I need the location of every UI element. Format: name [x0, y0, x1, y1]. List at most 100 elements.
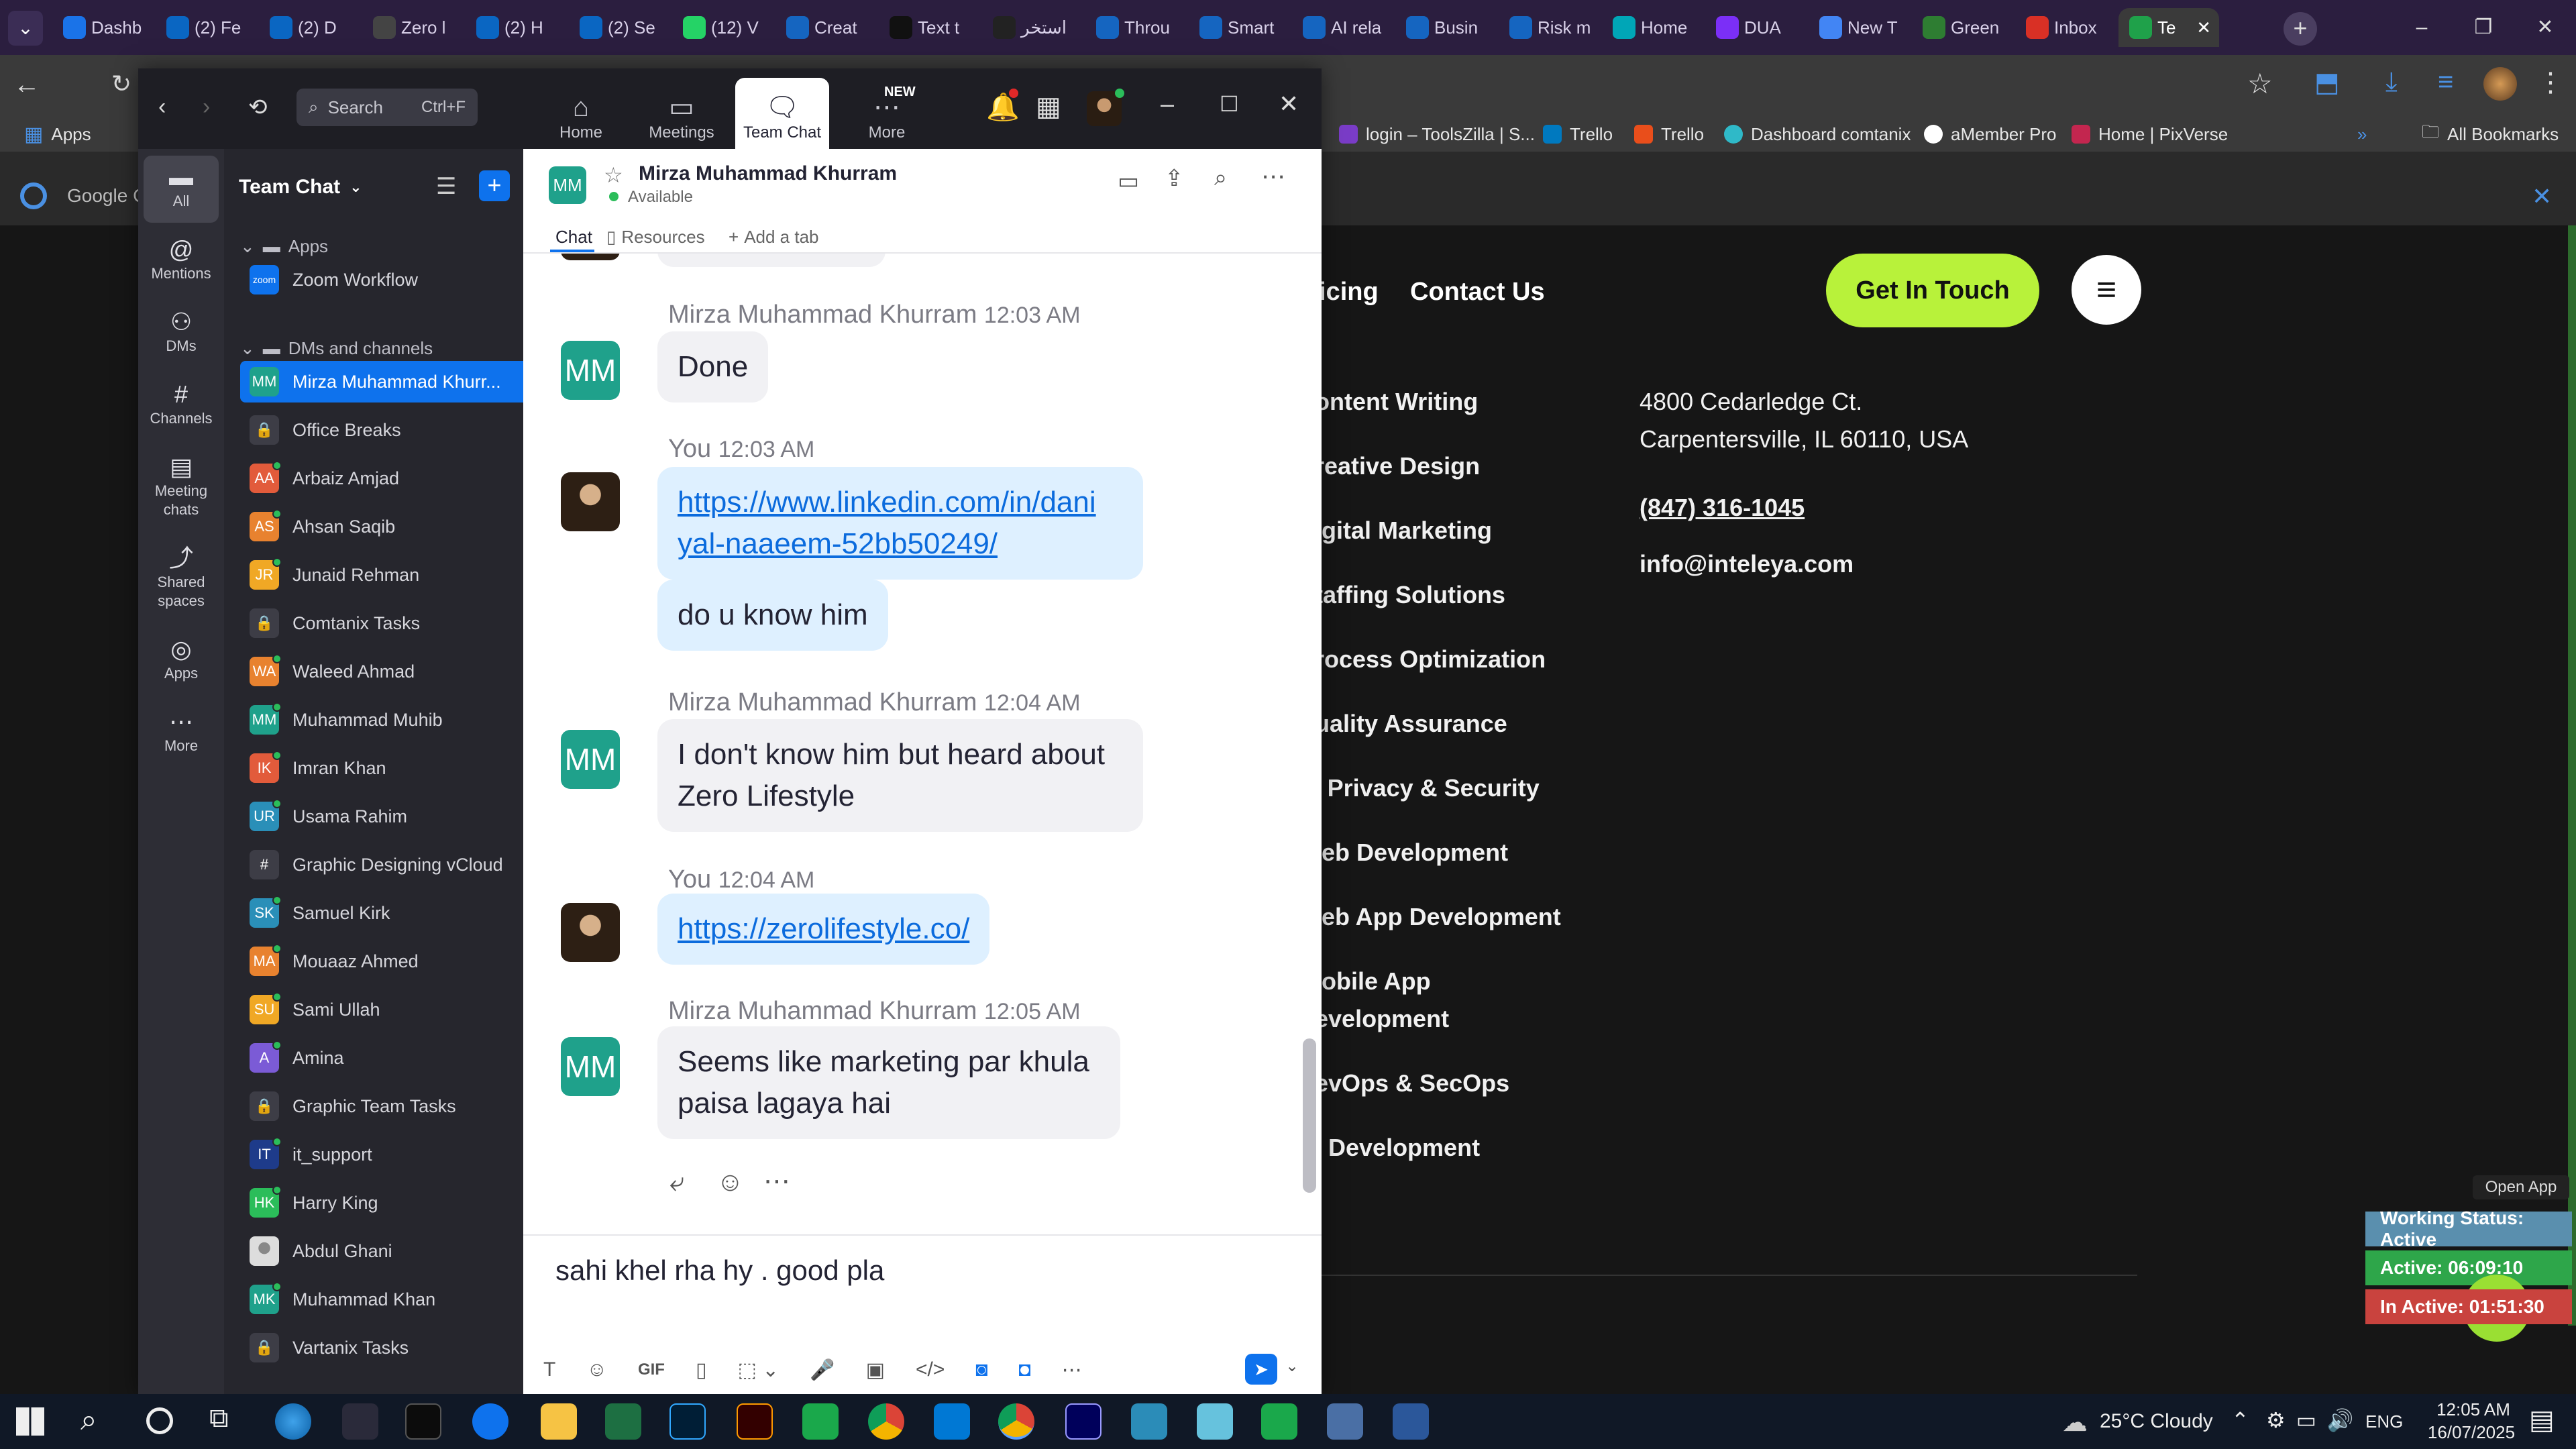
email-link[interactable]: info@inteleya.com: [1640, 550, 1854, 578]
open-app-button[interactable]: Open App: [2473, 1175, 2569, 1199]
chat-list-title[interactable]: Team Chat ⌄: [239, 176, 362, 199]
whiteboard-icon[interactable]: ◘: [1019, 1358, 1031, 1381]
format-text-icon[interactable]: T: [543, 1358, 555, 1381]
bookmark-item[interactable]: login – ToolsZilla | S...: [1339, 121, 1535, 148]
service-link[interactable]: rocess Optimization: [1315, 645, 1546, 674]
bookmark-item[interactable]: Dashboard comtanix: [1724, 121, 1911, 148]
language-indicator[interactable]: ENG: [2365, 1411, 2403, 1432]
rail-dms[interactable]: ⚇ DMs: [138, 307, 224, 356]
bookmark-star-icon[interactable]: ☆: [2247, 67, 2273, 100]
rail-mentions[interactable]: @ Mentions: [138, 235, 224, 283]
app-green-icon[interactable]: [802, 1403, 839, 1440]
vscode-icon[interactable]: [934, 1403, 970, 1440]
message-link[interactable]: https://www.linkedin.com/in/dani: [678, 482, 1123, 523]
system-tray-icons[interactable]: ⚙▭🔊: [2266, 1407, 2365, 1433]
get-in-touch-button[interactable]: Get In Touch: [1826, 254, 2039, 327]
browser-tab[interactable]: Inbox: [2015, 8, 2116, 47]
reload-icon[interactable]: ↻: [111, 70, 131, 98]
rail-apps[interactable]: ◎ Apps: [138, 635, 224, 683]
browser-tab[interactable]: (12) V: [672, 8, 773, 47]
bookmark-apps[interactable]: ▦ Apps: [24, 121, 91, 148]
service-link[interactable]: /eb App Development: [1315, 903, 1561, 931]
chat-header-avatar[interactable]: MM: [549, 166, 586, 204]
browser-tab[interactable]: Creat: [775, 8, 876, 47]
zoom-forward-icon[interactable]: ›: [203, 94, 210, 120]
new-tab-button[interactable]: +: [2284, 12, 2317, 46]
rail-meeting-chats[interactable]: ▤ Meeting chats: [138, 452, 224, 519]
rail-more[interactable]: ⋯ More: [138, 707, 224, 755]
service-link[interactable]: evelopment: [1315, 1005, 1449, 1033]
message-link[interactable]: yal-naaeem-52bb50249/: [678, 523, 1123, 565]
word-icon[interactable]: [1393, 1403, 1429, 1440]
favorite-star-icon[interactable]: ☆: [604, 162, 623, 188]
service-link[interactable]: reative Design: [1315, 452, 1480, 480]
history-icon[interactable]: ⟲: [248, 94, 268, 121]
bookmarks-overflow-icon[interactable]: »: [2357, 121, 2367, 148]
message-bubble[interactable]: Done: [657, 331, 769, 402]
service-link[interactable]: ontent Writing: [1315, 388, 1478, 416]
chat-search-icon[interactable]: ⌕: [1214, 165, 1227, 191]
illustrator-icon[interactable]: [737, 1403, 773, 1440]
emoji-icon[interactable]: ☺: [586, 1358, 607, 1381]
browser-tab[interactable]: (2) Fe: [156, 8, 256, 47]
premiere-icon[interactable]: [1065, 1403, 1102, 1440]
phone-link[interactable]: (847) 316-1045: [1640, 494, 1805, 522]
rail-all[interactable]: ▬ All: [138, 162, 224, 211]
rail-channels[interactable]: # Channels: [138, 380, 224, 428]
photoshop-icon[interactable]: [669, 1403, 706, 1440]
browser-tab[interactable]: (2) Se: [569, 8, 669, 47]
zoom-minimize-button[interactable]: –: [1161, 90, 1174, 118]
message-avatar[interactable]: MM: [561, 730, 620, 789]
browser-tab[interactable]: استخر: [982, 8, 1083, 47]
task-view-icon[interactable]: ⧉: [209, 1403, 229, 1434]
chat-contact-name[interactable]: Mirza Muhammad Khurram: [639, 162, 897, 185]
terminal-icon[interactable]: [405, 1403, 441, 1440]
microphone-icon[interactable]: 🎤: [810, 1358, 835, 1382]
dms-section-header[interactable]: ⌄ ▬ DMs and channels: [240, 338, 433, 359]
profile-avatar[interactable]: [2483, 67, 2517, 101]
service-link[interactable]: ' Privacy & Security: [1315, 774, 1540, 802]
app-diamond-icon[interactable]: [1131, 1403, 1167, 1440]
browser-tab[interactable]: Dashb: [52, 8, 153, 47]
windows-start-icon[interactable]: [16, 1407, 44, 1436]
notification-center-icon[interactable]: ▤: [2529, 1405, 2555, 1436]
send-button[interactable]: ➤: [1245, 1354, 1277, 1385]
chrome-active-icon[interactable]: [998, 1403, 1034, 1440]
gif-icon[interactable]: GIF: [638, 1360, 665, 1379]
video-call-icon[interactable]: ▭: [1118, 168, 1139, 195]
service-link[interactable]: I Development: [1315, 1134, 1480, 1162]
message-avatar[interactable]: MM: [561, 341, 620, 400]
browser-tab[interactable]: Risk m: [1499, 8, 1599, 47]
close-browser-button[interactable]: ✕: [2525, 9, 2565, 46]
app-icon[interactable]: ◙: [975, 1358, 987, 1381]
weather-text[interactable]: 25°C Cloudy: [2100, 1410, 2213, 1433]
all-bookmarks[interactable]: 🗀 All Bookmarks: [2422, 121, 2559, 148]
bookmark-item[interactable]: Home | PixVerse: [2072, 121, 2228, 148]
calculator-icon[interactable]: [1327, 1403, 1363, 1440]
reply-icon[interactable]: ⤶: [669, 1167, 684, 1197]
infobar-close-icon[interactable]: ✕: [2532, 182, 2552, 211]
tab-add[interactable]: + Add a tab: [729, 227, 819, 248]
browser-tab[interactable]: Green: [1912, 8, 2012, 47]
browser-tab[interactable]: DUA: [1705, 8, 1806, 47]
cortana-icon[interactable]: [146, 1407, 173, 1434]
composer-more-icon[interactable]: ⋯: [1062, 1358, 1082, 1382]
my-avatar[interactable]: [561, 903, 620, 962]
new-chat-button[interactable]: +: [479, 170, 510, 201]
tab-close-icon[interactable]: ✕: [2196, 17, 2211, 38]
service-link[interactable]: igital Marketing: [1315, 517, 1492, 545]
page-scrollbar[interactable]: [2568, 225, 2576, 1326]
website-contact-link[interactable]: Contact Us: [1410, 278, 1545, 307]
zoom-search-input[interactable]: ⌕ Search Ctrl+F: [297, 89, 478, 126]
apps-section-header[interactable]: ⌄ ▬ Apps: [240, 236, 328, 257]
minimize-browser-button[interactable]: –: [2402, 9, 2442, 46]
message-link[interactable]: https://zerolifestyle.co/: [678, 912, 969, 945]
filter-icon[interactable]: ☰: [436, 173, 456, 200]
tab-resources[interactable]: ▯ Resources: [606, 227, 705, 248]
browser-tab[interactable]: (2) H: [466, 8, 566, 47]
browser-tab[interactable]: New T: [1809, 8, 1909, 47]
share-screen-icon[interactable]: ⇪: [1165, 165, 1184, 192]
downloads-icon[interactable]: ⤓: [2385, 67, 2398, 97]
screenshot-icon[interactable]: ⬚ ⌄: [737, 1358, 779, 1382]
browser-tab[interactable]: Smart: [1189, 8, 1289, 47]
